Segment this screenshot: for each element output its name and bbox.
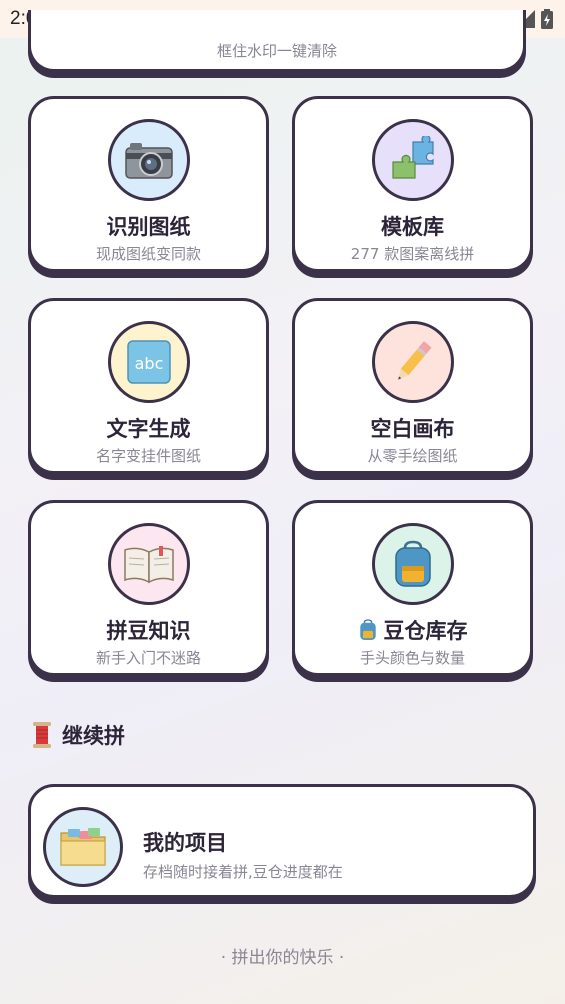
tile-icon-circle: abc — [107, 321, 190, 403]
watermark-remove-subtitle: 框住水印一键清除 — [216, 42, 337, 60]
backpack-icon — [359, 619, 376, 640]
folder-icon — [60, 828, 106, 866]
tile-subtitle: 名字变挂件图纸 — [95, 447, 201, 465]
project-subtitle: 存档随时接着拼,豆仓进度都在 — [143, 863, 343, 881]
tile-title: 拼豆知识 — [106, 619, 191, 643]
svg-text:abc: abc — [134, 354, 163, 373]
tile-bead-knowledge[interactable]: 拼豆知识 新手入门不迷路 — [28, 500, 269, 676]
tile-icon-circle — [107, 523, 190, 605]
tile-title: 豆仓库存 — [295, 615, 530, 645]
tile-text-generate[interactable]: abc 文字生成 名字变挂件图纸 — [28, 298, 269, 474]
tile-icon-circle — [371, 523, 454, 605]
tile-subtitle: 现成图纸变同款 — [95, 245, 201, 263]
book-icon — [123, 546, 174, 584]
camera-icon — [124, 143, 173, 179]
tile-title-text: 豆仓库存 — [383, 619, 468, 643]
tile-icon-circle — [371, 321, 454, 403]
my-projects-card[interactable]: 我的项目 存档随时接着拼,豆仓进度都在 — [28, 784, 536, 898]
watermark-remove-card[interactable]: 框住水印一键清除 — [28, 10, 526, 72]
tile-title: 模板库 — [381, 215, 444, 239]
abc-icon: abc — [126, 340, 171, 384]
pencil-icon — [397, 341, 432, 380]
continue-section-header: 继续拼 — [30, 720, 125, 750]
project-icon-circle — [43, 807, 123, 887]
tile-subtitle: 手头颜色与数量 — [359, 649, 465, 667]
tile-title: 识别图纸 — [106, 215, 191, 239]
project-title: 我的项目 — [143, 831, 227, 855]
tile-template-library[interactable]: 模板库 277 款图案离线拼 — [292, 96, 533, 272]
tile-title: 空白画布 — [370, 417, 455, 441]
tile-subtitle: 277 款图案离线拼 — [350, 245, 475, 263]
tile-subtitle: 新手入门不迷路 — [95, 649, 201, 667]
backpack-icon — [394, 540, 431, 587]
thread-spool-icon — [33, 722, 51, 748]
tile-subtitle: 从零手绘图纸 — [367, 447, 458, 465]
continue-section-title: 继续拼 — [62, 724, 125, 748]
footer-slogan: · 拼出你的快乐 · — [220, 948, 345, 968]
puzzle-icon — [391, 136, 434, 179]
tile-recognize-pattern[interactable]: 识别图纸 现成图纸变同款 — [28, 96, 269, 272]
tile-title: 文字生成 — [106, 417, 191, 441]
battery-icon — [541, 9, 553, 29]
tile-bead-inventory[interactable]: 豆仓库存 手头颜色与数量 — [292, 500, 533, 676]
tile-blank-canvas[interactable]: 空白画布 从零手绘图纸 — [292, 298, 533, 474]
tile-icon-circle — [107, 119, 190, 201]
tile-icon-circle — [371, 119, 454, 201]
